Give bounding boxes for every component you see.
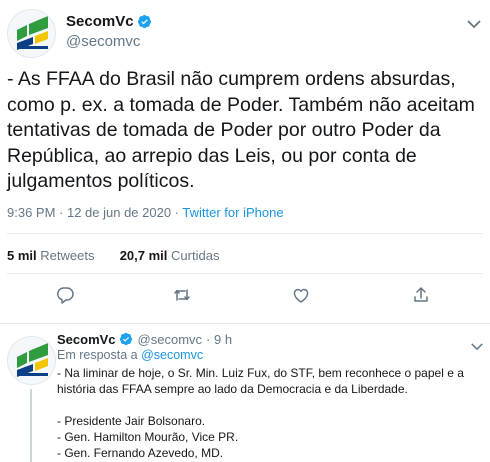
in-reply-handle[interactable]: @secomvc [141, 348, 203, 362]
retweets-label: Retweets [40, 248, 95, 263]
retweets-count: 5 mil [7, 248, 37, 263]
reply-tweet[interactable]: SecomVc @secomvc · 9 h Em resposta a @se… [0, 325, 490, 462]
avatar[interactable] [7, 9, 56, 58]
tweet-source-link[interactable]: Twitter for iPhone [182, 205, 283, 220]
reply-time[interactable]: · 9 h [206, 332, 232, 347]
tweet-text: - As FFAA do Brasil não cumprem ordens a… [7, 68, 475, 192]
author-name-row: SecomVc [66, 13, 152, 30]
chevron-down-icon[interactable] [466, 16, 482, 29]
verified-icon [137, 14, 152, 29]
tweet-actions [0, 285, 490, 309]
like-icon[interactable] [291, 285, 311, 305]
reply-author-row: SecomVc @secomvc · 9 h [57, 332, 232, 347]
likes-label: Curtidas [171, 248, 220, 263]
retweets-stat[interactable]: 5 mil Retweets [7, 248, 94, 263]
divider [7, 273, 483, 274]
verified-icon [119, 332, 134, 347]
tweet-meta: 9:36 PM · 12 de jun de 2020 · Twitter fo… [7, 205, 284, 220]
secom-logo-icon [17, 16, 48, 50]
secom-logo-icon [17, 343, 48, 377]
retweet-icon[interactable] [172, 285, 192, 305]
in-reply-to: Em resposta a @secomvc [57, 348, 203, 362]
share-icon[interactable] [411, 285, 431, 305]
in-reply-prefix: Em resposta a [57, 348, 142, 362]
reply-tweet-text: - Na liminar de hoje, o Sr. Min. Luiz Fu… [57, 366, 464, 460]
author-handle[interactable]: @secomvc [66, 33, 140, 50]
thread-line [30, 389, 32, 462]
likes-count: 20,7 mil [119, 248, 168, 263]
likes-stat[interactable]: 20,7 mil Curtidas [120, 248, 220, 263]
author-display-name[interactable]: SecomVc [66, 13, 134, 30]
main-tweet: SecomVc @secomvc - As FFAA do Brasil não… [0, 0, 490, 324]
chevron-down-icon[interactable] [470, 338, 486, 351]
reply-author-name[interactable]: SecomVc [57, 332, 116, 347]
avatar[interactable] [7, 336, 56, 385]
reply-author-handle[interactable]: @secomvc [138, 332, 203, 347]
reply-icon[interactable] [55, 285, 75, 305]
tweet-stats: 5 mil Retweets 20,7 mil Curtidas [7, 248, 219, 263]
tweet-timestamp[interactable]: 9:36 PM · 12 de jun de 2020 · [7, 205, 182, 220]
divider [7, 233, 483, 234]
